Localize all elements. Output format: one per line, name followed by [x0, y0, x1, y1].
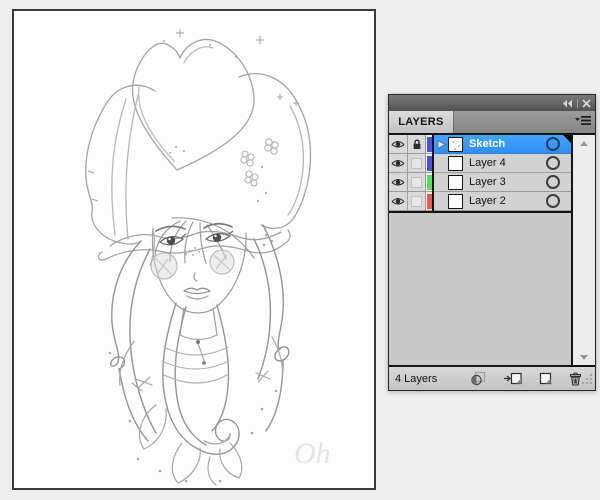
close-icon[interactable] [582, 98, 591, 108]
eye-icon [391, 140, 405, 148]
new-sublayer-button[interactable] [503, 372, 522, 385]
layer-color-bar [426, 155, 432, 171]
layers-list: Sketch Layer 4 Layer 3 Layer 2 [389, 135, 595, 365]
panel-statusbar: 4 Layers [389, 365, 595, 390]
target-circle[interactable] [546, 156, 560, 170]
layer-name[interactable]: Layer 2 [469, 195, 506, 207]
layer-thumbnail[interactable] [448, 193, 463, 209]
layer-row-sketch[interactable]: Sketch [389, 135, 571, 154]
layers-panel: LAYERS Sketch Layer 4 Layer 3 Layer 2 4 … [388, 94, 596, 391]
titlebar-separator [577, 98, 578, 108]
unlocked-box [411, 176, 422, 188]
tab-layers[interactable]: LAYERS [389, 111, 454, 133]
visibility-toggle[interactable] [389, 192, 408, 211]
lock-toggle[interactable] [408, 173, 426, 192]
artist-signature: Oh [294, 437, 331, 470]
lock-toggle[interactable] [408, 192, 426, 211]
lock-toggle[interactable] [408, 154, 426, 173]
target-circle[interactable] [546, 137, 560, 151]
tab-layers-label: LAYERS [398, 116, 444, 128]
target-circle[interactable] [546, 194, 560, 208]
artboard-canvas[interactable]: Oh [12, 9, 376, 490]
layers-empty-area [389, 213, 571, 365]
scrollbar[interactable] [571, 135, 595, 365]
visibility-toggle[interactable] [389, 154, 408, 173]
layer-name[interactable]: Sketch [469, 138, 505, 150]
lock-icon [413, 138, 420, 149]
expand-triangle-icon[interactable] [434, 139, 448, 149]
eye-icon [391, 178, 405, 186]
eye-icon [391, 197, 405, 205]
new-layer-button[interactable] [539, 372, 552, 385]
layer-row-layer3[interactable]: Layer 3 [389, 173, 571, 192]
visibility-toggle[interactable] [389, 173, 408, 192]
layer-name[interactable]: Layer 4 [469, 157, 506, 169]
panel-tabbar: LAYERS [389, 111, 595, 135]
layer-thumbnail[interactable] [448, 136, 463, 152]
layer-color-bar [426, 136, 432, 152]
panel-titlebar[interactable] [389, 95, 595, 111]
resize-grip[interactable] [581, 373, 593, 388]
layer-thumbnail[interactable] [448, 155, 463, 171]
layer-row-layer2[interactable]: Layer 2 [389, 192, 571, 213]
clipping-mask-button[interactable] [470, 371, 486, 386]
unlocked-box [411, 157, 422, 169]
eye-icon [391, 159, 405, 167]
lock-toggle[interactable] [408, 135, 426, 154]
panel-menu-icon[interactable] [575, 115, 591, 130]
scroll-down-icon[interactable] [573, 349, 595, 365]
layer-count: 4 Layers [395, 372, 438, 385]
scroll-up-icon[interactable] [573, 135, 595, 151]
collapse-to-icons-icon[interactable] [562, 99, 573, 108]
target-circle[interactable] [546, 175, 560, 189]
visibility-toggle[interactable] [389, 135, 408, 154]
layer-color-bar [426, 174, 432, 190]
layer-name[interactable]: Layer 3 [469, 176, 506, 188]
selection-indicator [563, 135, 571, 143]
layer-row-layer4[interactable]: Layer 4 [389, 154, 571, 173]
sketch-drawing: Oh [85, 29, 331, 486]
layer-color-bar [426, 193, 432, 209]
layer-thumbnail[interactable] [448, 174, 463, 190]
unlocked-box [411, 195, 422, 207]
